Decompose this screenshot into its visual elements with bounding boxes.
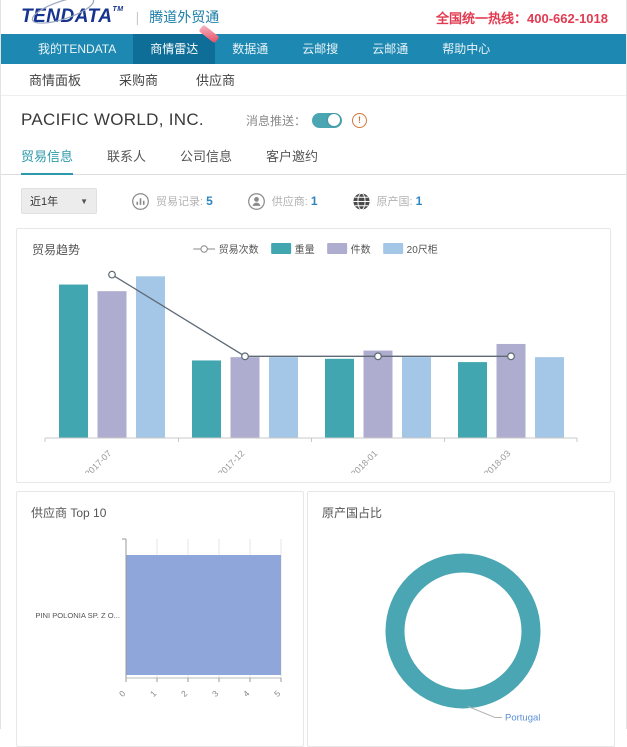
stat-value: 1 <box>416 194 423 208</box>
supplier-chart-title: 供应商 Top 10 <box>31 504 291 521</box>
stat-label: 贸易记录: <box>156 193 203 209</box>
page: TENDATATM | 腾道外贸通 全国统一热线：400-662-1018 我的… <box>0 0 627 729</box>
line-marker-icon <box>193 244 215 254</box>
stat-trade-records: 贸易记录: 5 <box>131 192 213 211</box>
subnav-item-business-panel[interactable]: 商情面板 <box>29 70 81 89</box>
svg-text:2017-12: 2017-12 <box>216 448 246 473</box>
tab-trade-info[interactable]: 贸易信息 <box>21 146 73 174</box>
svg-text:4: 4 <box>241 688 252 699</box>
svg-text:2: 2 <box>179 688 190 699</box>
toggle-knob <box>328 114 340 126</box>
legend-label: 件数 <box>351 241 371 256</box>
stat-label: 原产国: <box>377 193 413 209</box>
svg-text:Portugal: Portugal <box>505 713 540 724</box>
globe-icon <box>352 192 371 211</box>
legend-label: 重量 <box>295 241 315 256</box>
trend-legend: 贸易次数 重量 件数 20尺柜 <box>193 241 450 256</box>
company-row: PACIFIC WORLD, INC. 消息推送： ! <box>21 110 606 130</box>
date-range-value: 近1年 <box>30 193 58 209</box>
detail-tabs: 贸易信息 联系人 公司信息 客户邀约 <box>1 146 626 175</box>
bar-chart-icon <box>131 192 150 211</box>
origin-country-card: 原产国占比 Portugal <box>307 491 615 747</box>
legend-item-trade-count[interactable]: 贸易次数 <box>193 241 259 256</box>
message-push-label: 消息推送： <box>246 112 306 129</box>
svg-text:3: 3 <box>210 688 221 699</box>
legend-label: 20尺柜 <box>407 241 438 256</box>
nav-item-help-center[interactable]: 帮助中心 <box>425 34 507 64</box>
date-range-select[interactable]: 近1年 ▼ <box>21 188 97 214</box>
notice-icon[interactable]: ! <box>352 113 367 128</box>
trend-chart-title: 贸易趋势 <box>32 243 80 257</box>
nav-item-my-tendata[interactable]: 我的TENDATA <box>21 34 133 64</box>
svg-text:2018-03: 2018-03 <box>482 448 512 473</box>
origin-chart-title: 原产国占比 <box>322 504 602 521</box>
svg-text:5: 5 <box>272 688 283 699</box>
legend-swatch <box>271 243 291 254</box>
subnav-item-buyers[interactable]: 采购商 <box>119 70 158 89</box>
trademark-symbol: TM <box>112 6 123 13</box>
tab-customer-invite[interactable]: 客户邀约 <box>266 146 318 174</box>
tab-company-info[interactable]: 公司信息 <box>180 146 232 174</box>
svg-text:1: 1 <box>148 688 159 699</box>
company-name: PACIFIC WORLD, INC. <box>21 110 204 130</box>
hotline-number: 全国统一热线：400-662-1018 <box>436 8 608 27</box>
svg-text:2018-01: 2018-01 <box>349 448 379 473</box>
main-nav: 我的TENDATA 商情雷达 数据通 云邮搜 云邮通 帮助中心 <box>1 34 626 64</box>
legend-swatch <box>383 243 403 254</box>
legend-swatch <box>327 243 347 254</box>
tab-contacts[interactable]: 联系人 <box>107 146 146 174</box>
stat-label: 供应商: <box>272 193 308 209</box>
stat-value: 5 <box>206 194 213 208</box>
subnav-item-suppliers[interactable]: 供应商 <box>196 70 235 89</box>
legend-label: 贸易次数 <box>219 241 259 256</box>
stat-suppliers: 供应商: 1 <box>247 192 318 211</box>
legend-item-20ft-container[interactable]: 20尺柜 <box>383 241 438 256</box>
stat-origin-countries: 原产国: 1 <box>352 192 423 211</box>
svg-text:2017-07: 2017-07 <box>83 448 113 473</box>
svg-text:0: 0 <box>117 688 128 699</box>
legend-item-pieces[interactable]: 件数 <box>327 241 371 256</box>
origin-country-donut-chart[interactable]: Portugal <box>322 521 602 733</box>
sub-nav: 商情面板 采购商 供应商 <box>1 64 626 96</box>
trend-card-header: 贸易趋势 贸易次数 重量 件数 <box>32 241 595 263</box>
nav-item-data-pass[interactable]: 数据通 <box>215 34 285 64</box>
nav-item-business-radar[interactable]: 商情雷达 <box>133 34 215 64</box>
nav-item-cloud-mail-search[interactable]: 云邮搜 <box>285 34 355 64</box>
supplier-top10-card: 供应商 Top 10 0 1 2 3 4 5 PINI POLONIA SP. Z O... <box>16 491 304 747</box>
filter-row: 近1年 ▼ 贸易记录: 5 供应商: 1 <box>21 188 606 214</box>
bottom-row: 供应商 Top 10 0 1 2 3 4 5 PINI POLONIA SP. Z O...… <box>16 491 611 747</box>
logo-text: TENDATATM <box>21 6 126 28</box>
message-push-toggle[interactable] <box>312 113 342 128</box>
trade-trend-card: 贸易趋势 贸易次数 重量 件数 <box>16 228 611 483</box>
product-name: 腾道外贸通 <box>149 7 219 27</box>
svg-text:PINI POLONIA SP. Z O...: PINI POLONIA SP. Z O... <box>35 611 120 620</box>
stat-value: 1 <box>311 194 318 208</box>
chevron-down-icon: ▼ <box>80 197 88 206</box>
trend-chart[interactable]: 2017-07 2017-12 2018-01 2018-03 <box>32 263 597 473</box>
supplier-icon <box>247 192 266 211</box>
supplier-top10-chart[interactable]: 0 1 2 3 4 5 PINI POLONIA SP. Z O... <box>31 521 291 733</box>
nav-item-cloud-mail[interactable]: 云邮通 <box>355 34 425 64</box>
header: TENDATATM | 腾道外贸通 全国统一热线：400-662-1018 <box>1 0 626 34</box>
legend-item-weight[interactable]: 重量 <box>271 241 315 256</box>
nav-item-label: 商情雷达 <box>150 42 198 56</box>
logo-separator: | <box>136 9 140 25</box>
logo[interactable]: TENDATATM | 腾道外贸通 <box>21 6 219 28</box>
